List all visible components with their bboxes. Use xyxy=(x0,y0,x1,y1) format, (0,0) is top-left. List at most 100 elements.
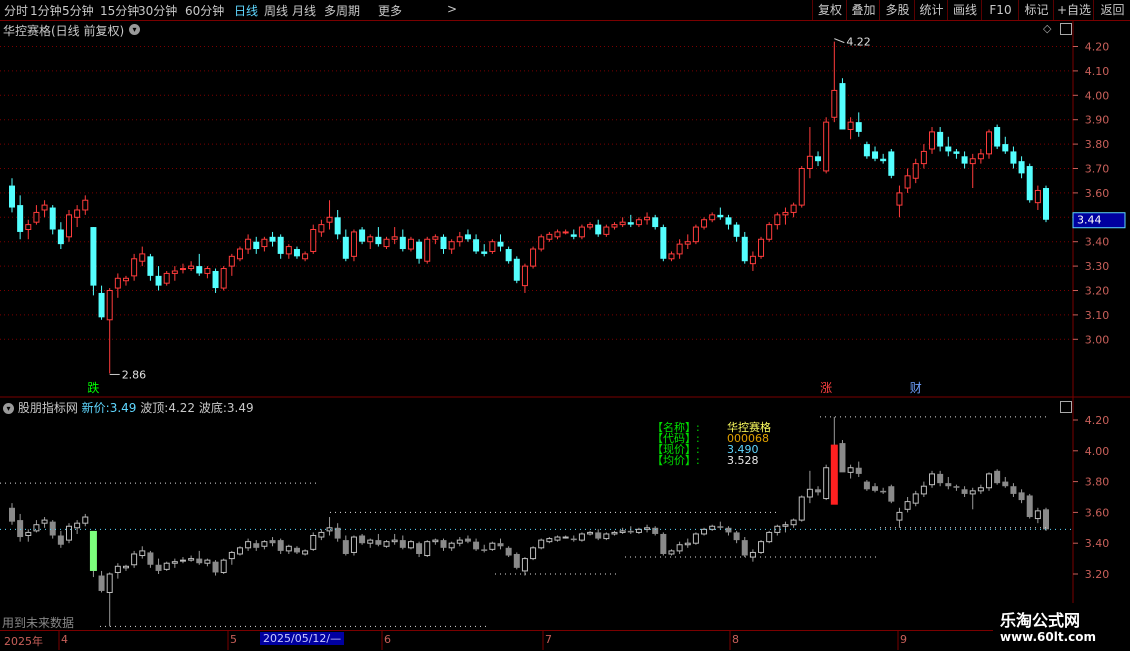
candle-body xyxy=(196,266,203,274)
toolbar-button[interactable]: 多股 xyxy=(879,0,915,20)
candle-body xyxy=(603,226,610,235)
candle-body xyxy=(147,256,154,276)
indicator-candle xyxy=(33,524,40,532)
indicator-candle xyxy=(587,531,594,535)
more-arrow-icon[interactable]: > xyxy=(447,2,457,16)
info-label: 【均价】: xyxy=(652,454,700,467)
candle-body xyxy=(155,275,162,286)
indicator-candle xyxy=(155,564,162,571)
indicator-candle xyxy=(758,541,765,553)
date-label: 6 xyxy=(384,633,391,646)
date-label: 9 xyxy=(900,633,907,646)
candle-body xyxy=(815,156,822,162)
date-label: 4 xyxy=(61,633,68,646)
window-toggle-icon[interactable] xyxy=(1060,23,1072,35)
period-button[interactable]: 更多 xyxy=(378,2,402,19)
period-button[interactable]: 多周期 xyxy=(324,2,360,19)
candle-body xyxy=(163,272,170,284)
indicator-candle xyxy=(310,535,317,550)
candle-body xyxy=(90,227,97,286)
indicator-candle xyxy=(880,490,887,493)
period-button[interactable]: 30分钟 xyxy=(138,2,177,19)
indicator-candle xyxy=(489,542,496,550)
indicator-candle xyxy=(302,550,309,555)
date-label: 2025年 xyxy=(4,635,43,648)
toolbar-button[interactable]: 标记 xyxy=(1018,0,1054,20)
event-marker[interactable]: 财 xyxy=(910,381,922,395)
indicator-candle xyxy=(432,539,439,543)
indicator-candle xyxy=(546,538,553,543)
candle-body xyxy=(587,224,594,228)
period-button[interactable]: 15分钟 xyxy=(100,2,139,19)
event-marker[interactable]: 跌 xyxy=(87,380,99,395)
indicator-candle xyxy=(790,519,797,526)
candle-body xyxy=(350,231,357,257)
indicator-candle xyxy=(782,524,789,527)
indicator-tick-label: 3.40 xyxy=(1085,537,1110,550)
candle-body xyxy=(888,151,895,176)
kline-chart[interactable]: 4.204.104.003.903.803.703.603.503.403.30… xyxy=(0,0,1130,650)
candle-body xyxy=(424,238,431,262)
toolbar-button[interactable]: 叠加 xyxy=(846,0,880,20)
indicator-candle xyxy=(872,486,879,491)
candle-body xyxy=(318,224,325,233)
indicator-candle xyxy=(269,540,276,544)
chevron-down-icon[interactable]: ▾ xyxy=(3,403,14,414)
candle-body xyxy=(798,168,805,206)
candle-body xyxy=(122,277,129,282)
indicator-candle xyxy=(383,541,390,547)
candle-body xyxy=(994,127,1001,147)
indicator-candle xyxy=(122,565,129,569)
chevron-down-icon[interactable]: ▾ xyxy=(129,24,140,35)
indicator-tick-label: 3.20 xyxy=(1085,568,1110,581)
indicator-candle xyxy=(49,521,56,536)
period-button[interactable]: 5分钟 xyxy=(62,2,94,19)
diamond-icon[interactable]: ◇ xyxy=(1043,22,1051,35)
toolbar-button[interactable]: 返回 xyxy=(1093,0,1130,20)
price-tick-label: 3.20 xyxy=(1085,285,1110,298)
window-toggle-icon[interactable] xyxy=(1060,401,1072,413)
candle-body xyxy=(766,224,773,240)
period-button[interactable]: 月线 xyxy=(292,2,316,19)
period-button[interactable]: 60分钟 xyxy=(185,2,224,19)
toolbar-button[interactable]: 统计 xyxy=(914,0,948,20)
event-marker[interactable]: 涨 xyxy=(820,380,832,395)
candle-body xyxy=(228,255,235,267)
stock-title: 华控赛格(日线 前复权) xyxy=(3,24,125,38)
info-value: 3.528 xyxy=(727,454,759,467)
indicator-candle xyxy=(1026,495,1033,518)
candle-body xyxy=(880,158,887,162)
indicator-candle xyxy=(139,550,146,557)
indicator-candle xyxy=(692,533,699,544)
candle-body xyxy=(245,238,252,250)
toolbar-button[interactable]: 复权 xyxy=(812,0,847,20)
indicator-candle xyxy=(399,540,406,548)
indicator-candle xyxy=(375,540,382,545)
candle-body xyxy=(823,121,830,172)
wave-top-value: 4.22 xyxy=(168,401,196,415)
indicator-candle xyxy=(220,559,227,573)
candle-body xyxy=(407,238,414,250)
candle-body xyxy=(253,241,260,250)
indicator-candle xyxy=(359,535,366,544)
indicator-candle xyxy=(676,544,683,552)
indicator-candle xyxy=(277,540,284,551)
candle-body xyxy=(212,270,219,289)
toolbar-button[interactable]: +自选 xyxy=(1053,0,1094,20)
candle-body xyxy=(847,121,854,130)
indicator-title-bar: ▾ 股朋指标网 新价:3.49 波顶:4.22 波底:3.49 xyxy=(3,399,254,416)
period-button[interactable]: 分时 xyxy=(4,2,28,19)
candle-body xyxy=(269,236,276,242)
candle-body xyxy=(1010,151,1017,164)
period-button[interactable]: 日线 xyxy=(234,2,258,19)
toolbar-button[interactable]: 画线 xyxy=(947,0,982,20)
indicator-candle xyxy=(1034,510,1041,520)
indicator-tick-label: 3.80 xyxy=(1085,476,1110,489)
period-button[interactable]: 1分钟 xyxy=(30,2,62,19)
price-tick-label: 3.10 xyxy=(1085,309,1110,322)
candle-body xyxy=(595,224,602,235)
indicator-name[interactable]: 股朋指标网 xyxy=(18,401,78,415)
toolbar-button[interactable]: F10 xyxy=(981,0,1019,20)
wave-top-label: 波顶: xyxy=(140,401,169,415)
period-button[interactable]: 周线 xyxy=(264,2,288,19)
